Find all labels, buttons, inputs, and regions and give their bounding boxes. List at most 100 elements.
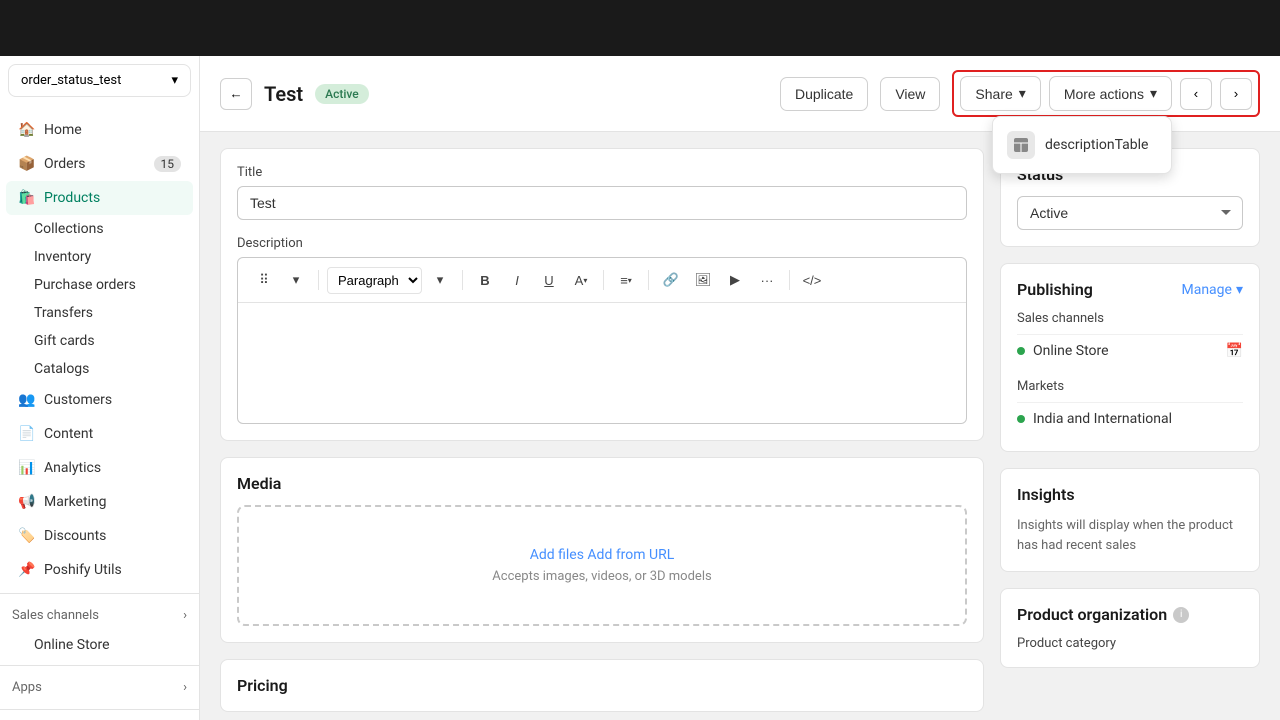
paragraph-chevron[interactable]: ▾ xyxy=(426,266,454,294)
prev-page-button[interactable]: ‹ xyxy=(1180,78,1212,110)
products-icon: 🛍️ xyxy=(18,189,36,207)
sidebar-divider-3 xyxy=(0,709,199,710)
sales-channels-header[interactable]: Sales channels › xyxy=(0,600,199,631)
pricing-card: Pricing xyxy=(220,659,984,712)
sidebar-item-label: Home xyxy=(44,122,82,138)
apps-label: Apps xyxy=(12,680,42,695)
drag-chevron[interactable]: ▾ xyxy=(282,266,310,294)
gift-cards-label: Gift cards xyxy=(34,333,95,349)
title-input[interactable] xyxy=(237,186,967,220)
bold-button[interactable]: B xyxy=(471,266,499,294)
sidebar-nav: 🏠 Home 📦 Orders 15 🛍️ Products Collectio… xyxy=(0,105,199,720)
next-page-button[interactable]: › xyxy=(1220,78,1252,110)
share-chevron-icon: ▾ xyxy=(1019,85,1026,102)
duplicate-button[interactable]: Duplicate xyxy=(780,77,868,111)
media-upload-area[interactable]: Add files Add from URL Accepts images, v… xyxy=(237,505,967,626)
sidebar-subitem-purchase-orders[interactable]: Purchase orders xyxy=(6,271,193,299)
store-dropdown-icon: ▾ xyxy=(171,73,178,88)
sidebar-item-label: Products xyxy=(44,190,100,206)
header-actions-group: Share ▾ More actions ▾ xyxy=(952,70,1260,117)
underline-button[interactable]: U xyxy=(535,266,563,294)
apps-header[interactable]: Apps › xyxy=(0,672,199,703)
manage-chevron-icon: ▾ xyxy=(1236,282,1243,298)
sidebar-item-marketing[interactable]: 📢 Marketing xyxy=(6,485,193,519)
sidebar-subitem-inventory[interactable]: Inventory xyxy=(6,243,193,271)
transfers-label: Transfers xyxy=(34,305,93,321)
calendar-icon[interactable]: 📅 xyxy=(1226,343,1243,359)
collections-label: Collections xyxy=(34,221,104,237)
orders-badge: 15 xyxy=(154,156,182,172)
more-options-button[interactable]: ··· xyxy=(753,266,781,294)
sidebar-divider-2 xyxy=(0,665,199,666)
channel-name: Online Store xyxy=(1017,343,1109,359)
sidebar-item-home[interactable]: 🏠 Home xyxy=(6,113,193,147)
manage-link[interactable]: Manage ▾ xyxy=(1181,282,1243,298)
code-view-button[interactable]: </> xyxy=(798,266,826,294)
description-table-icon xyxy=(1007,131,1035,159)
sidebar-item-poshify[interactable]: 📌 Poshify Utils xyxy=(6,553,193,587)
insights-card: Insights Insights will display when the … xyxy=(1000,468,1260,572)
toolbar-divider-3 xyxy=(603,270,604,290)
purchase-orders-label: Purchase orders xyxy=(34,277,136,293)
markets-section: Markets India and International xyxy=(1017,379,1243,435)
sidebar-item-label: Marketing xyxy=(44,494,107,510)
product-details-card: Title Description ⠿ ▾ Paragraph ▾ xyxy=(220,148,984,441)
sidebar-item-products[interactable]: 🛍️ Products xyxy=(6,181,193,215)
editor-body[interactable] xyxy=(238,303,966,423)
sidebar-divider xyxy=(0,593,199,594)
sidebar: order_status_test ▾ 🏠 Home 📦 Orders 15 🛍… xyxy=(0,0,200,720)
sidebar-subitem-gift-cards[interactable]: Gift cards xyxy=(6,327,193,355)
sidebar-item-customers[interactable]: 👥 Customers xyxy=(6,383,193,417)
media-hint: Accepts images, videos, or 3D models xyxy=(259,569,945,584)
poshify-icon: 📌 xyxy=(18,561,36,579)
sidebar-item-content[interactable]: 📄 Content xyxy=(6,417,193,451)
text-color-button[interactable]: A▾ xyxy=(567,266,595,294)
inventory-label: Inventory xyxy=(34,249,91,265)
paragraph-select[interactable]: Paragraph xyxy=(327,267,422,294)
sidebar-item-online-store[interactable]: Online Store xyxy=(6,631,193,659)
back-button[interactable]: ← xyxy=(220,78,252,110)
sales-channels-label: Sales channels xyxy=(12,608,99,623)
media-upload-links: Add files Add from URL xyxy=(259,547,945,563)
market-name: India and International xyxy=(1017,411,1172,427)
toolbar-divider-2 xyxy=(462,270,463,290)
status-select[interactable]: Active Draft xyxy=(1017,196,1243,230)
market-active-dot xyxy=(1017,415,1025,423)
drag-handle[interactable]: ⠿ xyxy=(250,266,278,294)
marketing-icon: 📢 xyxy=(18,493,36,511)
more-actions-button[interactable]: More actions ▾ xyxy=(1049,76,1172,111)
description-table-label: descriptionTable xyxy=(1045,137,1148,153)
sidebar-item-orders[interactable]: 📦 Orders 15 xyxy=(6,147,193,181)
info-icon[interactable]: i xyxy=(1173,607,1189,623)
sidebar-subitem-collections[interactable]: Collections xyxy=(6,215,193,243)
page-header: ← Test Active Duplicate View Share ▾ Mor… xyxy=(200,56,1280,132)
store-selector[interactable]: order_status_test ▾ xyxy=(8,64,191,97)
channel-active-dot xyxy=(1017,347,1025,355)
store-name: order_status_test xyxy=(21,73,121,88)
sidebar-item-analytics[interactable]: 📊 Analytics xyxy=(6,451,193,485)
sales-channels-section: Sales channels Online Store 📅 xyxy=(1017,311,1243,367)
title-label: Title xyxy=(237,165,967,180)
video-button[interactable]: ▶ xyxy=(721,266,749,294)
sidebar-item-label: Discounts xyxy=(44,528,106,544)
align-button[interactable]: ≡▾ xyxy=(612,266,640,294)
view-button[interactable]: View xyxy=(880,77,940,111)
italic-button[interactable]: I xyxy=(503,266,531,294)
dropdown-item-description-table[interactable]: descriptionTable xyxy=(993,121,1171,169)
link-button[interactable]: 🔗 xyxy=(657,266,685,294)
orders-icon: 📦 xyxy=(18,155,36,173)
share-button[interactable]: Share ▾ xyxy=(960,76,1040,111)
more-actions-dropdown-container: More actions ▾ descriptionTable xyxy=(1049,76,1172,111)
toolbar-divider-4 xyxy=(648,270,649,290)
image-button[interactable]: 🖼 xyxy=(689,266,717,294)
sidebar-subitem-transfers[interactable]: Transfers xyxy=(6,299,193,327)
media-card: Media Add files Add from URL Accepts ima… xyxy=(220,457,984,643)
status-badge: Active xyxy=(315,84,369,104)
back-icon: ← xyxy=(229,86,242,101)
sidebar-item-settings[interactable]: ⚙️ Settings xyxy=(6,716,193,720)
add-from-url-link[interactable]: Add from URL xyxy=(587,547,674,563)
sidebar-subitem-catalogs[interactable]: Catalogs xyxy=(6,355,193,383)
editor-toolbar: ⠿ ▾ Paragraph ▾ B I U A▾ xyxy=(238,258,966,303)
sidebar-item-discounts[interactable]: 🏷️ Discounts xyxy=(6,519,193,553)
add-files-link[interactable]: Add files xyxy=(530,547,584,563)
